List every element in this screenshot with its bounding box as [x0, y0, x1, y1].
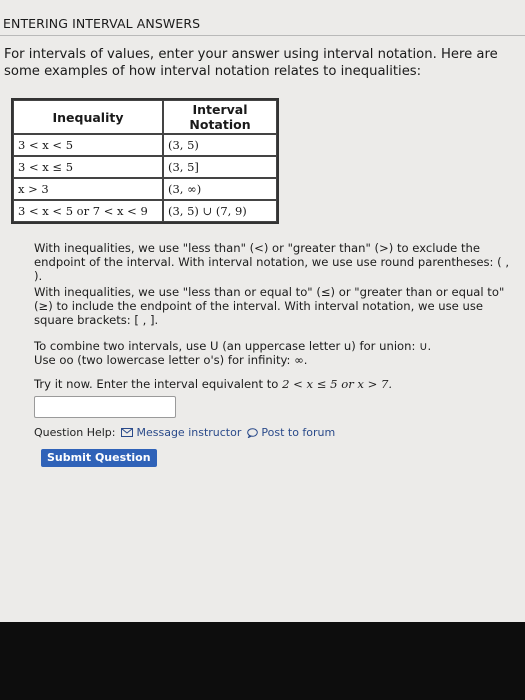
try-it-prompt: Try it now. Enter the interval equivalen… [34, 377, 514, 391]
inequality-cell: x > 3 [13, 178, 163, 200]
table-row: 3 < x < 5 or 7 < x < 9 (3, 5) ∪ (7, 9) [13, 200, 277, 222]
interval-cell: (3, ∞) [163, 178, 277, 200]
message-instructor-label: Message instructor [136, 426, 242, 439]
infinity-text: Use oo (two lowercase letter o's) for in… [34, 353, 308, 367]
exclude-endpoint-text: With inequalities, we use "less than" (<… [34, 241, 510, 283]
table-row: 3 < x < 5 (3, 5) [13, 134, 277, 156]
message-instructor-link[interactable]: Message instructor [121, 426, 241, 439]
envelope-icon [121, 428, 134, 437]
union-text: To combine two intervals, use U (an uppe… [34, 339, 432, 353]
post-to-forum-label: Post to forum [261, 426, 336, 439]
interval-cell: (3, 5) [163, 134, 277, 156]
inequality-cell: 3 < x ≤ 5 [13, 156, 163, 178]
speech-bubble-icon [247, 427, 259, 438]
header-divider [0, 35, 525, 36]
question-panel: ENTERING INTERVAL ANSWERS For intervals … [0, 0, 525, 622]
column-header: Inequality [13, 100, 163, 134]
table-header-row: Inequality Interval Notation [13, 100, 277, 134]
inequality-cell: 3 < x < 5 or 7 < x < 9 [13, 200, 163, 222]
table-row: 3 < x ≤ 5 (3, 5] [13, 156, 277, 178]
examples-table: Inequality Interval Notation 3 < x < 5 (… [11, 98, 279, 224]
question-help-label: Question Help: [34, 426, 116, 439]
intro-text: For intervals of values, enter your answ… [4, 47, 498, 79]
include-endpoint-text: With inequalities, we use "less than or … [34, 285, 505, 327]
page-title: ENTERING INTERVAL ANSWERS [3, 16, 201, 31]
submit-question-button[interactable]: Submit Question [41, 449, 157, 467]
interval-cell: (3, 5) ∪ (7, 9) [163, 200, 277, 222]
try-it-label: Try it now. Enter the interval equivalen… [34, 377, 279, 391]
answer-input[interactable] [34, 396, 176, 418]
column-header: Interval Notation [163, 100, 277, 134]
table-row: x > 3 (3, ∞) [13, 178, 277, 200]
screen-bezel [0, 622, 525, 700]
try-it-inequality: 2 < x ≤ 5 or x > 7. [282, 377, 393, 391]
inequality-cell: 3 < x < 5 [13, 134, 163, 156]
post-to-forum-link[interactable]: Post to forum [247, 426, 335, 439]
interval-cell: (3, 5] [163, 156, 277, 178]
question-help: Question Help: Message instructor Post t… [34, 426, 335, 439]
